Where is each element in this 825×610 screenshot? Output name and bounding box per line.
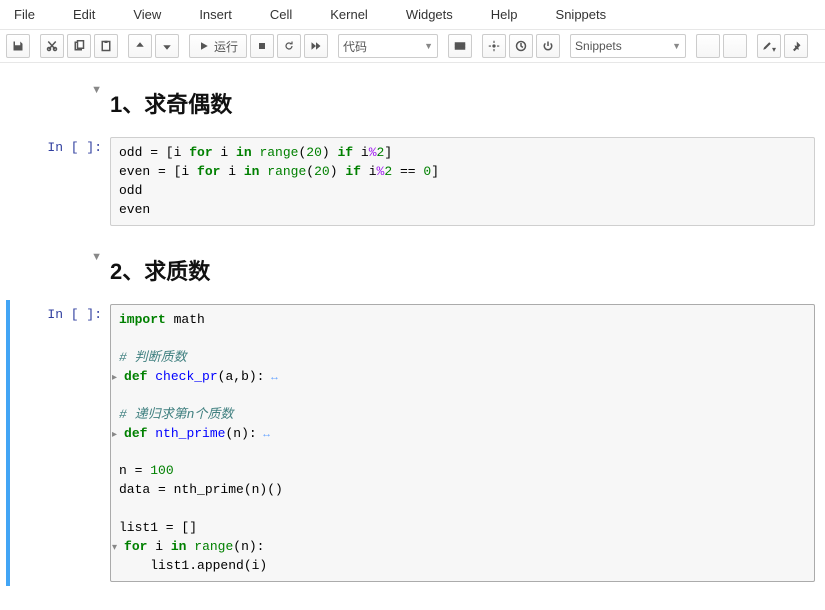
- power-icon[interactable]: [536, 34, 560, 58]
- toolbar: 运行 代码 ▼ Snippets ▼ ▾: [0, 30, 825, 63]
- save-icon[interactable]: [6, 34, 30, 58]
- menu-item-file[interactable]: File: [6, 3, 43, 26]
- move-down-icon[interactable]: [155, 34, 179, 58]
- caret-down-icon: ▼: [424, 41, 433, 51]
- cell-type-value: 代码: [343, 38, 367, 55]
- fold-marker-icon[interactable]: ▸: [112, 430, 117, 441]
- input-prompt: In [ ]:: [47, 307, 102, 322]
- cut-icon[interactable]: [40, 34, 64, 58]
- menu-item-widgets[interactable]: Widgets: [398, 3, 461, 26]
- fold-marker-icon[interactable]: ▸: [112, 373, 117, 384]
- menu-item-help[interactable]: Help: [483, 3, 526, 26]
- stop-icon[interactable]: [250, 34, 274, 58]
- code-cell[interactable]: import math # 判断质数 ▸def check_pr(a,b): ↔…: [110, 304, 815, 582]
- run-label: 运行: [214, 38, 238, 55]
- menu-item-cell[interactable]: Cell: [262, 3, 300, 26]
- menu-item-edit[interactable]: Edit: [65, 3, 103, 26]
- pin-icon[interactable]: [784, 34, 808, 58]
- code-cell[interactable]: odd = [i for i in range(20) if i%2] even…: [110, 137, 815, 226]
- menu-item-kernel[interactable]: Kernel: [322, 3, 376, 26]
- snippets-value: Snippets: [575, 39, 622, 53]
- fold-arrow-icon[interactable]: ↔: [257, 429, 270, 441]
- caret-down-icon: ▼: [672, 41, 681, 51]
- collapse-up-icon[interactable]: [696, 34, 720, 58]
- paste-icon[interactable]: [94, 34, 118, 58]
- cell-type-select[interactable]: 代码 ▼: [338, 34, 438, 58]
- collapse-icon[interactable]: ▼: [91, 84, 102, 96]
- menu-item-view[interactable]: View: [125, 3, 169, 26]
- menu-item-insert[interactable]: Insert: [191, 3, 240, 26]
- copy-icon[interactable]: [67, 34, 91, 58]
- input-prompt: In [ ]:: [47, 140, 102, 155]
- fold-arrow-icon[interactable]: ↔: [264, 372, 277, 384]
- run-button[interactable]: 运行: [189, 34, 247, 58]
- command-palette-icon[interactable]: [448, 34, 472, 58]
- restart-icon[interactable]: [277, 34, 301, 58]
- brush-icon[interactable]: ▾: [757, 34, 781, 58]
- menu-item-snippets[interactable]: Snippets: [548, 3, 615, 26]
- fold-marker-icon[interactable]: ▾: [112, 543, 117, 554]
- heading-cell: 2、求质数: [110, 248, 815, 296]
- target-icon[interactable]: [482, 34, 506, 58]
- menu-bar: File Edit View Insert Cell Kernel Widgets Help S…: [0, 0, 825, 30]
- notebook-area: ▼ 1、求奇偶数 In [ ]: odd = [i for i in range(20…: [0, 63, 825, 610]
- fast-forward-icon[interactable]: [304, 34, 328, 58]
- collapse-icon[interactable]: ▼: [91, 251, 102, 263]
- move-up-icon[interactable]: [128, 34, 152, 58]
- snippets-select[interactable]: Snippets ▼: [570, 34, 686, 58]
- clock-icon[interactable]: [509, 34, 533, 58]
- heading-cell: 1、求奇偶数: [110, 81, 815, 129]
- list-icon[interactable]: [723, 34, 747, 58]
